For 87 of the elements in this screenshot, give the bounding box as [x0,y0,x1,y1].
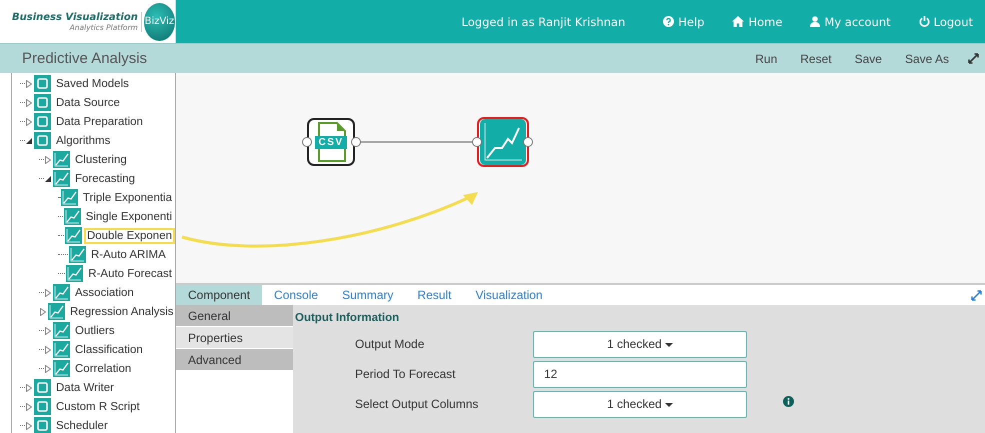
tree-item[interactable]: Association [72,284,137,300]
forecast-node[interactable] [477,117,529,167]
port[interactable] [351,137,361,147]
page-title: Predictive Analysis [21,50,148,67]
tree-item[interactable]: Outliers [72,322,118,338]
chart-icon [53,284,70,301]
collapsed-toggle[interactable] [45,326,51,334]
panel-tab[interactable]: Visualization [463,285,555,305]
category-icon [34,132,51,149]
chart-icon [53,322,70,339]
expanded-toggle[interactable] [45,174,51,182]
collapsed-toggle[interactable] [26,98,32,106]
toolbar-button[interactable]: Save As [900,48,953,68]
collapsed-toggle[interactable] [40,308,46,316]
tree-item[interactable]: Saved Models [53,76,132,92]
collapsed-toggle[interactable] [26,402,32,410]
input-field[interactable]: 12 [533,360,747,388]
tree-item[interactable]: Data Writer [53,380,117,396]
field-label: Period To Forecast [354,367,456,381]
category-icon [34,379,51,396]
collapsed-toggle[interactable] [26,80,32,88]
collapsed-toggle[interactable] [26,422,32,430]
tree-item[interactable]: Correlation [72,360,134,376]
chart-icon [53,360,70,377]
category-icon [34,94,51,111]
tree-item[interactable]: R-Auto ARIMA [88,246,169,262]
port[interactable] [523,137,533,147]
tree-item[interactable]: Classification [72,342,146,358]
category-icon [34,398,51,415]
tree-item[interactable]: Algorithms [53,132,114,148]
user-icon [810,16,820,27]
section-item[interactable]: General [176,305,293,327]
tree-item[interactable]: Regression Analysis [67,304,175,320]
collapsed-toggle[interactable] [45,346,51,354]
panel-tab[interactable]: Summary [330,285,406,305]
csv-label: CSV [315,136,347,148]
section-item[interactable]: Properties [176,327,293,349]
chart-icon [53,341,70,358]
field-label: Select Output Columns [354,397,480,411]
tree-item[interactable]: Scheduler [53,418,111,433]
user-label: Logged in as Ranjit Krishnan [462,14,626,28]
chart-icon [69,246,86,263]
tree-item[interactable]: Clustering [72,152,130,168]
collapsed-toggle[interactable] [26,118,32,126]
field-label: Output Mode [354,337,426,351]
collapsed-toggle[interactable] [45,156,51,164]
chart-icon [64,227,82,244]
port[interactable] [472,137,482,147]
tree-item[interactable]: Custom R Script [53,398,143,414]
expand-icon[interactable] [968,53,979,64]
chart-icon [480,119,526,165]
tree-item[interactable]: Double Exponen [84,228,175,244]
category-icon [34,75,51,92]
section-heading: Output Information [295,312,400,324]
category-icon [34,113,51,130]
chart-icon [64,208,81,225]
brand-title: Business Visualization [12,12,138,22]
collapsed-toggle[interactable] [45,288,51,296]
toolbar-button[interactable]: Reset [796,48,836,68]
expand-icon[interactable] [971,290,982,300]
chart-icon [53,151,70,168]
chart-icon [48,303,65,320]
power-icon [918,16,930,27]
port[interactable] [302,137,312,147]
tree-item[interactable]: Forecasting [72,170,138,186]
chart-icon [66,265,84,282]
panel-tab[interactable]: Component [176,285,262,305]
dropdown-field[interactable]: 1 checked [533,330,747,358]
section-item[interactable]: Advanced [176,349,293,371]
tree-item[interactable]: Data Source [53,94,123,110]
panel-tab[interactable]: Result [405,285,464,305]
tree-item[interactable]: Data Preparation [53,114,146,130]
dropdown-field[interactable]: 1 checked [533,390,747,418]
chart-icon [60,189,78,206]
toolbar-button[interactable]: Save [850,48,886,68]
tree-item[interactable]: R-Auto Forecast [85,266,175,282]
tree-item[interactable]: Single Exponenti [82,208,175,224]
home-icon [732,16,744,27]
help-icon [663,16,674,27]
tree-item[interactable]: Triple Exponentia [80,190,175,206]
panel-tab[interactable]: Console [262,285,330,305]
expanded-toggle[interactable] [26,136,32,144]
collapsed-toggle[interactable] [26,384,32,392]
collapsed-toggle[interactable] [45,364,51,372]
chart-icon [53,170,70,187]
info-icon[interactable] [783,396,794,406]
toolbar-button[interactable]: Run [751,48,782,68]
